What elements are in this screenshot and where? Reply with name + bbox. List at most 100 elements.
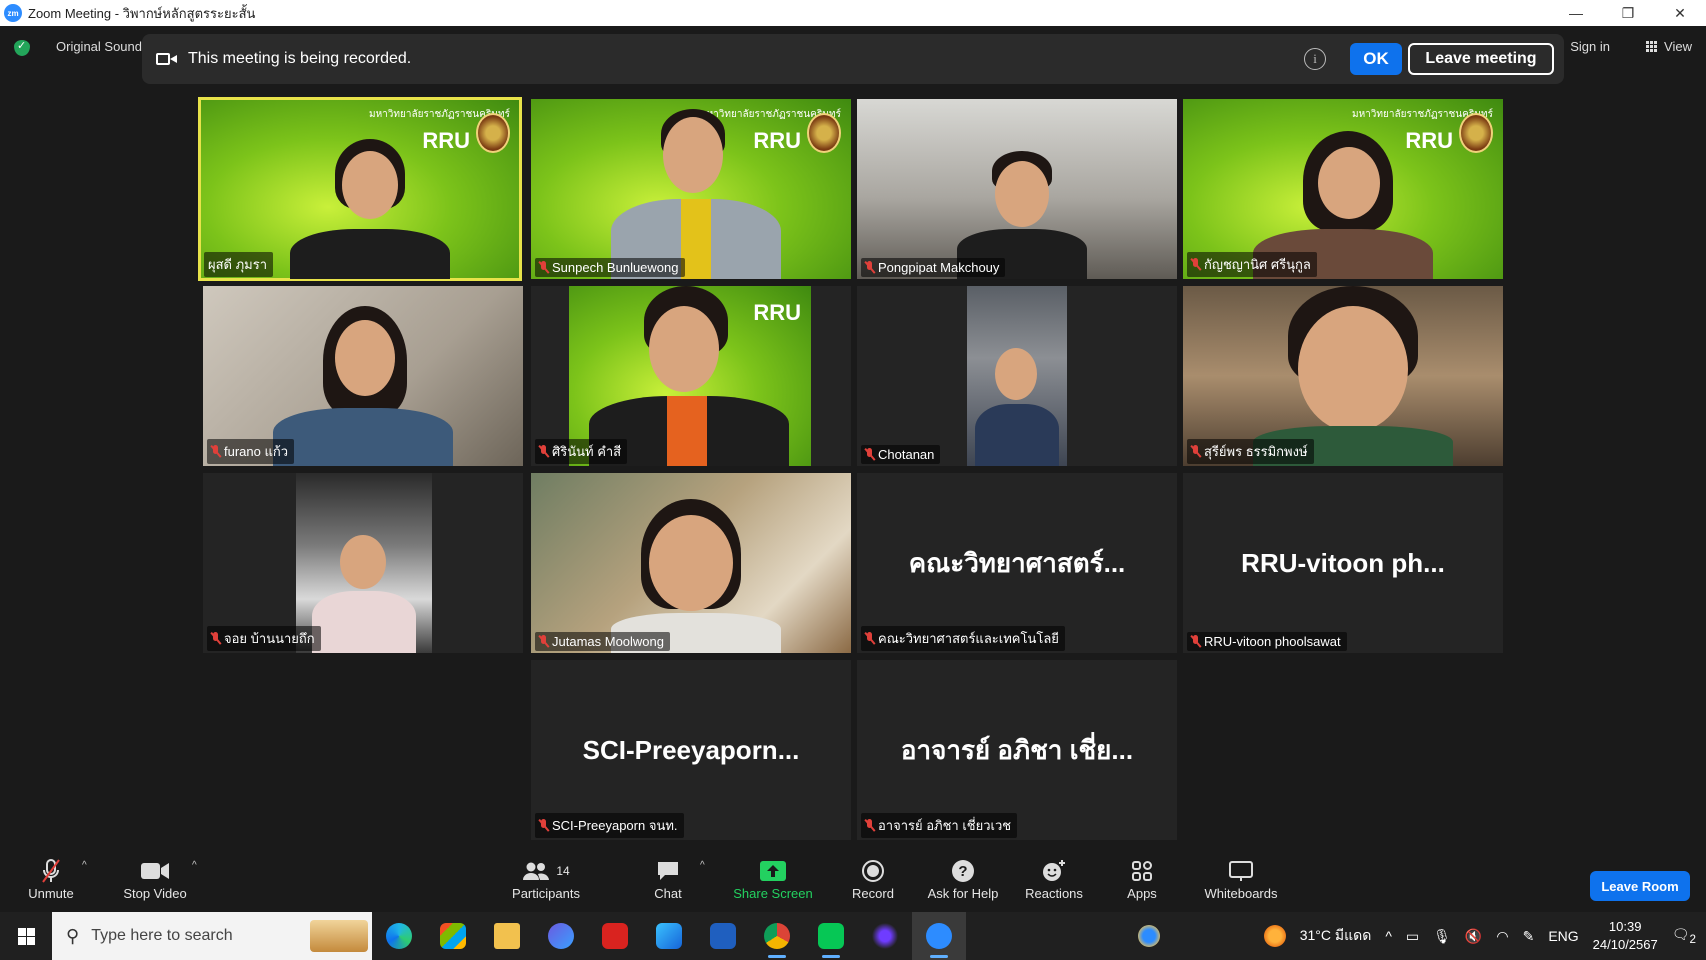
unmute-button[interactable]: Unmute <box>22 856 80 910</box>
pen-icon[interactable]: ✎ <box>1523 928 1535 945</box>
participant-name: คณะวิทยาศาสตร์และเทคโนโลยี <box>878 631 1059 646</box>
language-indicator[interactable]: ENG <box>1548 928 1578 944</box>
file-explorer-icon[interactable] <box>480 912 534 960</box>
apps-icon <box>1131 856 1153 886</box>
chevron-up-icon[interactable]: ^ <box>1385 928 1392 944</box>
restore-icon[interactable]: ❐ <box>1602 0 1654 26</box>
chrome-app-icon[interactable] <box>750 912 804 960</box>
view-button[interactable]: View <box>1646 39 1692 54</box>
smiley-plus-icon <box>1041 856 1067 886</box>
video-tile[interactable]: RRU-vitoon ph... RRU-vitoon phoolsawat <box>1183 473 1503 653</box>
whiteboards-button[interactable]: Whiteboards <box>1200 856 1282 910</box>
zoom-app-icon[interactable] <box>912 912 966 960</box>
ask-for-help-label: Ask for Help <box>927 886 999 901</box>
unmute-label: Unmute <box>28 886 74 901</box>
muted-mic-icon <box>539 635 548 648</box>
video-editor-app-icon[interactable] <box>534 912 588 960</box>
window-controls: — ❐ ✕ <box>1550 0 1706 26</box>
taskbar-search[interactable]: ⚲ Type here to search <box>52 912 372 960</box>
svg-text:?: ? <box>958 863 967 880</box>
apps-label: Apps <box>1127 886 1157 901</box>
participant-name: RRU-vitoon phoolsawat <box>1204 634 1341 649</box>
reactions-button[interactable]: Reactions <box>1024 856 1084 910</box>
video-tile[interactable]: มหาวิทยาลัยราชภัฏราชนครินทร์ RRU ผุสดี ภุ… <box>198 97 522 281</box>
participants-button[interactable]: 14 Participants <box>506 856 586 910</box>
clock-time: 10:39 <box>1608 919 1642 934</box>
line-app-icon[interactable] <box>804 912 858 960</box>
video-tile[interactable]: Pongpipat Makchouy <box>857 99 1177 279</box>
microphone-icon[interactable]: 🎙 <box>1433 928 1451 945</box>
acrobat-app-icon[interactable] <box>588 912 642 960</box>
video-tile[interactable]: Chotanan <box>857 286 1177 466</box>
chat-options-caret-icon[interactable]: ^ <box>700 860 705 871</box>
video-options-caret-icon[interactable]: ^ <box>192 860 197 871</box>
rru-text: RRU <box>753 300 801 325</box>
muted-mic-icon <box>539 445 548 458</box>
meet-now-icon[interactable]: ▭ <box>1406 928 1419 945</box>
reactions-label: Reactions <box>1025 886 1083 901</box>
ask-for-help-button[interactable]: ? Ask for Help <box>924 856 1002 910</box>
video-tile[interactable]: RRU ศิรินันท์ คำสี <box>531 286 851 466</box>
weather-text[interactable]: 31°C มีแดด <box>1300 925 1372 947</box>
grid-view-icon <box>1646 40 1658 53</box>
clock[interactable]: 10:39 24/10/2567 <box>1593 918 1658 954</box>
meeting-toolbar: Unmute ^ Stop Video ^ 14 Participants Ch… <box>0 850 1706 912</box>
participant-name: สุรีย์พร ธรรมิกพงษ์ <box>1204 444 1308 459</box>
speaker-muted-icon[interactable]: 🔇 <box>1465 928 1482 945</box>
whiteboard-icon <box>1228 856 1254 886</box>
leave-room-button[interactable]: Leave Room <box>1590 871 1690 901</box>
camera-app-icon[interactable] <box>858 912 912 960</box>
video-tile[interactable]: มหาวิทยาลัยราชภัฏราชนครินทร์ RRU Sunpech … <box>531 99 851 279</box>
participants-count: 14 <box>556 864 570 878</box>
original-sound-label[interactable]: Original Sound <box>56 39 142 54</box>
windows-taskbar: ⚲ Type here to search 31°C มีแดด ^ ▭ 🎙 🔇… <box>0 912 1706 960</box>
muted-mic-icon <box>539 261 548 274</box>
wifi-icon[interactable]: ◠ <box>1496 928 1508 945</box>
video-tile[interactable]: furano แก้ว <box>203 286 523 466</box>
video-tile[interactable]: Jutamas Moolwong <box>531 473 851 653</box>
participant-name-tag: คณะวิทยาศาสตร์และเทคโนโลยี <box>861 626 1065 651</box>
photos-app-icon[interactable] <box>642 912 696 960</box>
video-tile[interactable]: SCI-Preeyaporn... SCI-Preeyaporn จนท. <box>531 660 851 840</box>
windows-logo-icon <box>17 927 35 945</box>
stop-video-label: Stop Video <box>123 886 187 901</box>
ok-button[interactable]: OK <box>1350 43 1402 75</box>
search-placeholder: Type here to search <box>91 927 233 944</box>
video-tile[interactable]: คณะวิทยาศาสตร์... คณะวิทยาศาสตร์และเทคโน… <box>857 473 1177 653</box>
record-button[interactable]: Record <box>850 856 896 910</box>
participant-name-tag: ผุสดี ภุมรา <box>204 252 274 277</box>
edge-app-icon[interactable] <box>372 912 426 960</box>
question-mark-icon: ? <box>951 856 975 886</box>
participants-label: Participants <box>512 886 580 901</box>
chat-bubble-icon <box>656 856 680 886</box>
stop-video-button[interactable]: Stop Video <box>118 856 192 910</box>
word-app-icon[interactable] <box>696 912 750 960</box>
recording-camera-icon <box>156 51 178 67</box>
start-button[interactable] <box>0 912 52 960</box>
leave-meeting-button[interactable]: Leave meeting <box>1408 43 1554 75</box>
chat-button[interactable]: Chat <box>648 856 688 910</box>
store-app-icon[interactable] <box>426 912 480 960</box>
video-tile[interactable]: มหาวิทยาลัยราชภัฏราชนครินทร์ RRU กัญชญานิ… <box>1183 99 1503 279</box>
info-icon[interactable]: i <box>1304 48 1326 70</box>
notification-icon[interactable]: 🗨2 <box>1672 926 1696 946</box>
participant-name: จอย บ้านนายถึก <box>224 631 315 646</box>
help-icon[interactable] <box>1137 925 1160 947</box>
minimize-icon[interactable]: — <box>1550 0 1602 26</box>
close-icon[interactable]: ✕ <box>1654 0 1706 26</box>
participant-name: Sunpech Bunluewong <box>552 260 679 275</box>
sign-in-link[interactable]: Sign in <box>1570 39 1610 54</box>
participant-name-tag: RRU-vitoon phoolsawat <box>1187 632 1347 651</box>
share-screen-button[interactable]: Share Screen <box>730 856 816 910</box>
encryption-shield-icon[interactable] <box>14 39 30 56</box>
video-tile[interactable]: อาจารย์ อภิชา เชี่ย... อาจารย์ อภิชา เชี… <box>857 660 1177 840</box>
audio-options-caret-icon[interactable]: ^ <box>82 860 87 871</box>
search-highlight-image <box>310 920 368 952</box>
weather-sun-icon[interactable] <box>1263 925 1286 947</box>
participant-name-tag: ศิรินันท์ คำสี <box>535 439 628 464</box>
video-tile[interactable]: สุรีย์พร ธรรมิกพงษ์ <box>1183 286 1503 466</box>
video-tile[interactable]: จอย บ้านนายถึก <box>203 473 523 653</box>
muted-mic-icon <box>1191 635 1200 648</box>
notification-count: 2 <box>1689 932 1696 946</box>
apps-button[interactable]: Apps <box>1122 856 1162 910</box>
